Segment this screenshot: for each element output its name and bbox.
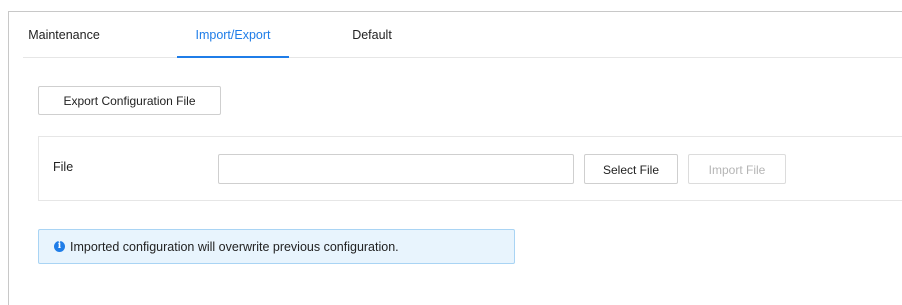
- file-path-input[interactable]: [218, 154, 574, 184]
- info-icon: i: [54, 241, 65, 252]
- content-frame: Maintenance Import/Export Default Export…: [8, 11, 902, 305]
- overwrite-notice: i Imported configuration will overwrite …: [38, 229, 515, 264]
- tab-bar: [23, 12, 902, 58]
- tab-import-export[interactable]: Import/Export: [177, 12, 289, 58]
- import-file-panel: File Select File Import File: [38, 136, 902, 201]
- tab-maintenance[interactable]: Maintenance: [23, 12, 105, 57]
- file-label: File: [53, 160, 74, 174]
- import-file-button[interactable]: Import File: [688, 154, 786, 184]
- export-configuration-button[interactable]: Export Configuration File: [38, 86, 221, 115]
- notice-text: Imported configuration will overwrite pr…: [70, 240, 399, 254]
- select-file-button[interactable]: Select File: [584, 154, 678, 184]
- tab-default[interactable]: Default: [342, 12, 402, 57]
